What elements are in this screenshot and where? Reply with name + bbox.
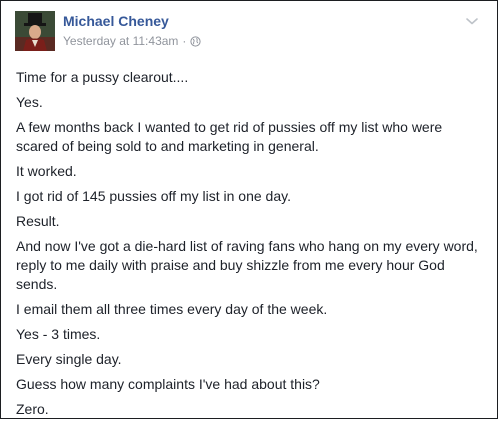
post-paragraph: Yes. — [16, 94, 43, 110]
author-name[interactable]: Michael Cheney — [63, 13, 169, 29]
avatar[interactable] — [15, 11, 55, 51]
post-timestamp[interactable]: Yesterday at 11:43am — [63, 34, 178, 48]
post-paragraph: Yes - 3 times. — [16, 326, 101, 342]
post-paragraph: And now I've got a die-hard list of ravi… — [16, 238, 478, 292]
post-meta: Yesterday at 11:43am · — [63, 34, 202, 48]
post-paragraph: I got rid of 145 pussies off my list in … — [16, 188, 291, 204]
post-paragraph: I email them all three times every day o… — [16, 301, 328, 317]
post-paragraph: Every single day. — [16, 351, 122, 367]
avatar-image — [15, 11, 55, 51]
post-paragraph: Guess how many complaints I've had about… — [16, 376, 320, 392]
post-paragraph: Time for a pussy clearout.... — [16, 69, 189, 85]
chevron-down-icon[interactable] — [465, 13, 479, 25]
post-paragraph: Zero. — [16, 401, 49, 417]
post-paragraph: It worked. — [16, 163, 77, 179]
meta-separator: · — [182, 34, 187, 48]
post-paragraph: Result. — [16, 213, 60, 229]
globe-icon[interactable] — [190, 35, 202, 47]
post-card: Michael Cheney Yesterday at 11:43am · Ti… — [0, 0, 498, 419]
post-body: Time for a pussy clearout.... Yes. A few… — [16, 68, 486, 425]
post-paragraph: A few months back I wanted to get rid of… — [16, 119, 443, 154]
